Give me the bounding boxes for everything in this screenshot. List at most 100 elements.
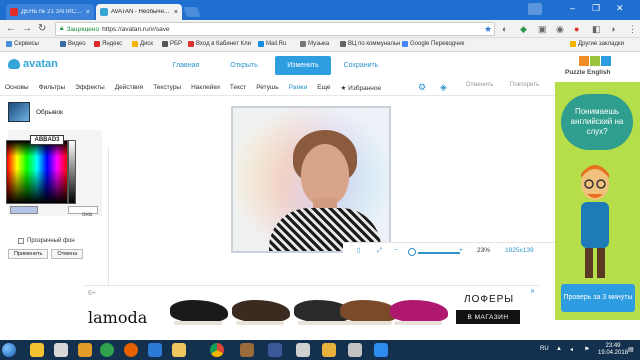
notifications-icon[interactable]: ▤ [628, 346, 634, 353]
frame-thumbnail[interactable] [8, 102, 30, 122]
browser-tab-avatan[interactable]: AVATAN - Необычный × [96, 4, 182, 20]
settings-icon[interactable]: ⚙ [418, 81, 426, 93]
extension-icon[interactable]: ◐ [502, 24, 507, 34]
app-icon[interactable] [296, 343, 310, 357]
cancel-button[interactable]: Отмена [51, 249, 84, 259]
lightness-slider[interactable] [68, 140, 76, 204]
extension-icon[interactable]: ◉ [556, 24, 564, 34]
ad-close-icon[interactable]: ✕ [530, 288, 535, 295]
flag-icon[interactable]: ⚑ [584, 346, 589, 353]
bookmark-item-other[interactable]: Другие закладки [570, 41, 624, 47]
extension-icon[interactable]: ● [574, 24, 579, 34]
volume-icon[interactable]: ◂ [570, 346, 573, 353]
browser-tab-youtube[interactable]: ДЕНЬ № 21 ЗАПИСЬ С × [6, 4, 94, 20]
agent-icon[interactable] [100, 343, 114, 357]
app-icon[interactable] [54, 343, 68, 357]
transparent-bg-checkbox[interactable] [18, 238, 24, 244]
url-input[interactable]: 🔒︎ Защищено https://avatan.ru/#/save [55, 22, 495, 36]
bookmark-item[interactable]: Mail.Ru [258, 41, 286, 47]
app-icon[interactable] [78, 343, 92, 357]
forward-icon[interactable]: → [22, 23, 32, 35]
zoom-slider-track[interactable] [418, 252, 460, 254]
bookmark-item[interactable]: Вход в Кабинет Кли [188, 41, 251, 47]
transparent-bg-label: Прозрачный фон [27, 238, 75, 244]
bookmark-item[interactable]: РБР [162, 41, 182, 47]
topnav-save[interactable]: Сохранить [333, 56, 389, 75]
close-icon[interactable]: × [86, 9, 90, 16]
new-tab-button[interactable] [183, 7, 201, 17]
app-icon[interactable] [148, 343, 162, 357]
extension-icon[interactable]: ◧ [592, 24, 601, 34]
bookmark-item[interactable]: ВЦ по коммунальн [340, 41, 400, 47]
compare-icon[interactable]: ▯ [357, 246, 361, 256]
maximize-icon[interactable]: ❐ [592, 3, 600, 13]
avatan-logo[interactable]: avatan [8, 58, 58, 70]
bookmark-item[interactable]: Музыка [300, 41, 329, 47]
close-icon[interactable]: × [174, 9, 178, 16]
bookmark-item[interactable]: Сервисы [6, 41, 39, 47]
app-icon[interactable] [240, 343, 254, 357]
firefox-icon[interactable] [124, 343, 138, 357]
tool-basics[interactable]: Основы [0, 84, 34, 91]
tool-textures[interactable]: Текстуры [148, 84, 186, 91]
zoom-out-icon[interactable]: − [394, 246, 398, 256]
reload-icon[interactable]: ↻ [38, 23, 46, 35]
bookmark-item[interactable]: Google Переводчик [402, 41, 464, 47]
minimize-icon[interactable]: – [570, 3, 575, 13]
transparent-bg-option[interactable]: Прозрачный фон [18, 238, 75, 244]
hex-color-input[interactable]: ABBAD3 [30, 135, 64, 145]
layers-icon[interactable]: ◈ [440, 81, 447, 93]
app-icon[interactable] [374, 343, 388, 357]
tool-retouch[interactable]: Ретушь [251, 84, 283, 91]
start-button[interactable] [2, 343, 16, 357]
back-icon[interactable]: ← [6, 23, 16, 35]
extension-icon[interactable]: ▣ [538, 24, 547, 34]
lamoda-banner-ad[interactable]: 6+ lamoda ЛОФЕРЫ В МАГАЗИН ✕ [84, 285, 539, 340]
puzzle-logo-icon [579, 56, 611, 66]
extension-icon[interactable]: ◆ [520, 24, 527, 34]
bookmark-star-icon[interactable]: ★ [484, 24, 492, 34]
close-window-icon[interactable]: ✕ [616, 3, 624, 13]
system-clock[interactable]: 23:49 19.04.2018 [598, 343, 628, 357]
zoom-in-icon[interactable]: + [459, 246, 463, 256]
app-icon[interactable] [348, 343, 362, 357]
tool-effects[interactable]: Эффекты [70, 84, 110, 91]
video-icon [60, 41, 66, 47]
bookmark-item[interactable]: Видео [60, 41, 86, 47]
ad-cta-button[interactable]: Проверь за 3 минуты [561, 284, 635, 312]
color-picker-field[interactable] [6, 140, 68, 204]
redo-button[interactable]: Повторить [510, 82, 539, 88]
language-indicator[interactable]: RU [540, 346, 549, 352]
bookmark-item[interactable]: Яндекс [94, 41, 122, 47]
undo-button[interactable]: Отменить [466, 82, 493, 88]
menu-icon[interactable]: ⋮ [628, 24, 637, 34]
tab-title: AVATAN - Необычный [111, 9, 171, 15]
zoom-slider-handle[interactable] [408, 248, 416, 256]
banner-cta-button[interactable]: В МАГАЗИН [456, 310, 520, 324]
app-icon[interactable] [268, 343, 282, 357]
app-icon[interactable] [172, 343, 186, 357]
apply-button[interactable]: Применить [8, 249, 49, 259]
extension-icon[interactable]: ◑ [610, 24, 615, 34]
network-icon[interactable]: ▲ [556, 346, 562, 352]
tool-stickers[interactable]: Наклейки [186, 84, 225, 91]
topnav-home[interactable]: Главная [158, 56, 214, 75]
explorer-icon[interactable] [30, 343, 44, 357]
tool-more[interactable]: Еще [312, 84, 335, 91]
chrome-icon[interactable] [210, 343, 224, 357]
photo-canvas[interactable] [231, 106, 391, 253]
bookmark-item[interactable]: Диск [132, 41, 153, 47]
tool-favorites[interactable]: ★ Избранное [336, 84, 387, 92]
tool-filters[interactable]: Фильтры [34, 84, 71, 91]
yandex-icon [94, 41, 100, 47]
profile-icon[interactable] [528, 3, 542, 15]
tool-actions[interactable]: Действия [110, 84, 148, 91]
tab-title: ДЕНЬ № 21 ЗАПИСЬ С [21, 9, 83, 15]
puzzle-english-ad[interactable]: Puzzle English Понимаешь английский на с… [555, 52, 640, 320]
tool-frames[interactable]: Рамки [284, 84, 313, 91]
topnav-edit[interactable]: Изменить [275, 56, 331, 75]
fit-screen-icon[interactable]: ⤢ [377, 246, 382, 256]
topnav-open[interactable]: Открыть [216, 56, 272, 75]
app-icon[interactable] [322, 343, 336, 357]
tool-text[interactable]: Текст [225, 84, 251, 91]
